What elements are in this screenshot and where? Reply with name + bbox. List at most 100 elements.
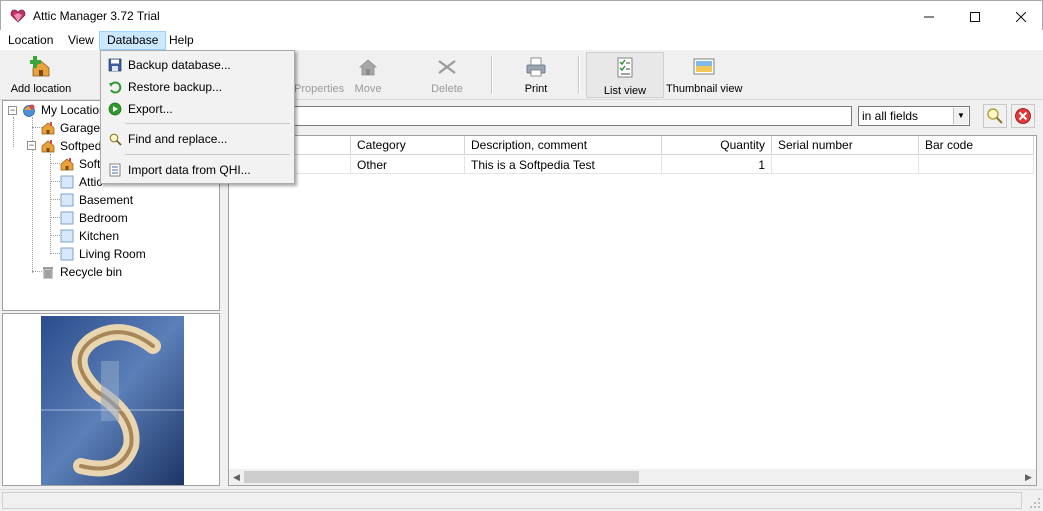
minimize-icon	[924, 16, 934, 18]
recycle-bin-icon	[43, 266, 53, 279]
restore-icon	[109, 81, 122, 94]
menu-database[interactable]: Database	[99, 31, 167, 50]
menu-item-backup-database[interactable]: Backup database...	[103, 54, 292, 76]
clear-search-button[interactable]	[1011, 104, 1035, 128]
resize-grip-icon[interactable]	[1029, 497, 1041, 509]
menu-bar: Location View Database Help	[0, 30, 1043, 50]
toolbar-separator	[491, 56, 493, 94]
menu-item-import-data[interactable]: Import data from QHI...	[103, 159, 292, 181]
column-header-description[interactable]: Description, comment	[465, 136, 662, 155]
chevron-down-icon: ▼	[953, 108, 968, 124]
house-icon	[41, 121, 55, 135]
house-icon	[60, 157, 74, 171]
horizontal-scrollbar[interactable]: ◀ ▶	[229, 469, 1036, 485]
print-label: Print	[524, 83, 548, 95]
maximize-button[interactable]	[952, 1, 998, 31]
move-button[interactable]: Move	[340, 52, 396, 98]
menu-item-export[interactable]: Export...	[103, 98, 292, 120]
collapse-softpedia-toggle[interactable]: −	[27, 141, 36, 150]
tree-label: Attic	[79, 175, 103, 189]
move-icon	[358, 59, 378, 76]
menu-view[interactable]: View	[61, 31, 101, 50]
collapse-root-toggle[interactable]: −	[8, 106, 17, 115]
cell-quantity[interactable]: 1	[662, 156, 772, 174]
import-icon	[109, 163, 121, 177]
tree-line	[50, 154, 51, 254]
export-icon	[108, 102, 122, 116]
column-header-bar-code[interactable]: Bar code	[919, 136, 1034, 155]
search-input[interactable]	[228, 106, 852, 126]
close-button[interactable]	[998, 1, 1043, 31]
menu-item-label: Import data from QHI...	[128, 163, 251, 177]
tree-item-my-locations[interactable]: My Locations	[22, 101, 112, 119]
menu-separator	[125, 123, 290, 124]
cell-serial-number[interactable]	[772, 156, 919, 174]
maximize-icon	[970, 12, 980, 23]
add-location-button[interactable]: Add location	[4, 52, 78, 98]
cell-description[interactable]: This is a Softpedia Test	[465, 156, 662, 174]
delete-button[interactable]: Delete	[418, 52, 476, 98]
tree-label: Kitchen	[79, 229, 120, 243]
column-header-quantity[interactable]: Quantity	[662, 136, 772, 155]
add-location-icon	[30, 56, 50, 77]
toolbar-separator	[578, 56, 580, 94]
menu-item-find-and-replace[interactable]: Find and replace...	[103, 128, 292, 150]
status-pane	[2, 492, 1022, 509]
list-view-label: List view	[603, 85, 647, 97]
thumbnail-view-button[interactable]: Thumbnail view	[666, 52, 742, 98]
print-button[interactable]: Print	[508, 52, 564, 98]
minimize-button[interactable]	[906, 1, 952, 31]
status-bar	[0, 489, 1043, 511]
add-location-label: Add location	[10, 83, 72, 95]
tree-line	[50, 253, 60, 254]
column-header-serial-number[interactable]: Serial number	[772, 136, 919, 155]
tree-item-kitchen[interactable]: Kitchen	[60, 227, 119, 245]
globe-houses-icon	[23, 104, 35, 117]
tree-line	[50, 217, 60, 218]
thumbnail-view-label: Thumbnail view	[666, 83, 743, 95]
tree-label: Garage	[60, 121, 101, 135]
menu-help[interactable]: Help	[162, 31, 201, 50]
database-menu: Backup database... Restore backup... Exp…	[100, 50, 295, 184]
room-icon	[60, 229, 74, 243]
find-button[interactable]	[983, 104, 1007, 128]
cell-category[interactable]: Other	[351, 156, 465, 174]
tree-line	[13, 117, 14, 147]
tree-item-recycle-bin[interactable]: Recycle bin	[41, 263, 122, 281]
tree-item-bedroom[interactable]: Bedroom	[60, 209, 128, 227]
tree-label: Basement	[79, 193, 134, 207]
tree-item-garage[interactable]: Garage	[41, 119, 100, 137]
thumbnail-view-icon	[693, 58, 715, 75]
cell-bar-code[interactable]	[919, 156, 1034, 174]
delete-icon	[438, 60, 456, 74]
scrollbar-thumb[interactable]	[244, 471, 639, 483]
preview-panel	[2, 313, 220, 486]
search-field-value: in all fields	[862, 109, 919, 123]
window-title: Attic Manager 3.72 Trial	[33, 9, 160, 23]
menu-item-restore-backup[interactable]: Restore backup...	[103, 76, 292, 98]
close-icon	[1015, 11, 1027, 23]
room-icon	[60, 175, 74, 189]
scroll-left-icon[interactable]: ◀	[229, 469, 244, 485]
delete-label: Delete	[431, 83, 463, 95]
search-field-select[interactable]: in all fields ▼	[858, 106, 970, 126]
tree-item-living-room[interactable]: Living Room	[60, 245, 146, 263]
scroll-right-icon[interactable]: ▶	[1021, 469, 1036, 485]
items-table[interactable]: Name Category Description, comment Quant…	[228, 135, 1037, 486]
title-bar: Attic Manager 3.72 Trial	[0, 0, 1043, 30]
room-icon	[60, 211, 74, 225]
tree-item-basement[interactable]: Basement	[60, 191, 133, 209]
list-view-button[interactable]: List view	[586, 52, 664, 98]
properties-label: Properties	[294, 83, 345, 95]
room-icon	[60, 193, 74, 207]
tree-label: Bedroom	[79, 211, 128, 225]
stop-icon	[1015, 108, 1031, 124]
column-header-category[interactable]: Category	[351, 136, 465, 155]
printer-icon	[526, 57, 546, 77]
menu-location[interactable]: Location	[1, 31, 60, 50]
room-icon	[60, 247, 74, 261]
tree-item-attic[interactable]: Attic	[60, 173, 102, 191]
tree-line	[50, 163, 60, 164]
menu-item-label: Backup database...	[128, 58, 231, 72]
preview-image	[41, 316, 184, 485]
